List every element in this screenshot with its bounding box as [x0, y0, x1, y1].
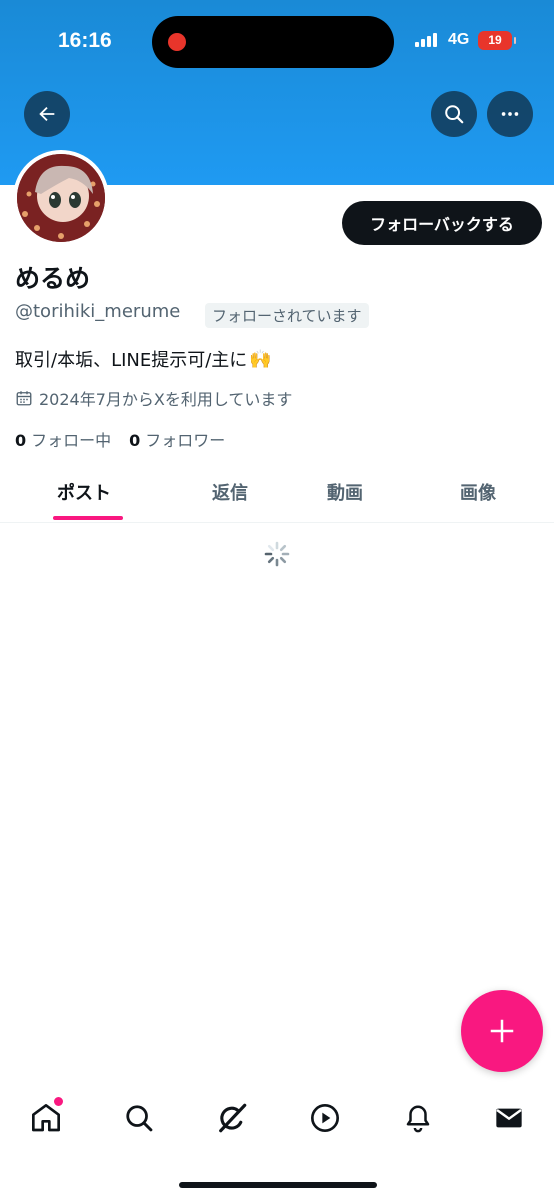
recording-dot-icon [168, 33, 186, 51]
bell-icon [406, 1105, 430, 1133]
arrow-left-icon [39, 106, 55, 122]
signal-icon [415, 33, 441, 47]
calendar-icon [16, 391, 32, 406]
compose-fab-button[interactable] [461, 990, 543, 1072]
notification-dot [52, 1095, 65, 1108]
tab-posts[interactable]: ポスト [57, 479, 111, 505]
nav-home[interactable] [28, 1095, 65, 1136]
profile-name: めるめ [15, 264, 91, 293]
avatar-image [17, 154, 105, 242]
followers-label: フォロワー [145, 431, 226, 450]
profile-tabs: ポスト 返信 動画 画像 [0, 466, 554, 523]
tab-replies[interactable]: 返信 [212, 479, 248, 505]
home-indicator [179, 1182, 377, 1188]
search-icon [445, 105, 464, 124]
search-button[interactable] [431, 91, 477, 137]
following-link[interactable]: 0 フォロー中 [15, 427, 111, 451]
back-button[interactable] [24, 91, 70, 137]
more-button[interactable] [487, 91, 533, 137]
plus-icon [490, 1019, 514, 1043]
following-count: 0 [15, 431, 27, 450]
grok-icon [219, 1103, 247, 1133]
network-type: 4G [448, 31, 470, 48]
following-label: フォロー中 [31, 431, 112, 450]
search-icon [126, 1105, 153, 1132]
joined-date: 2024年7月からXを利用しています [15, 386, 292, 410]
play-icon [311, 1104, 339, 1132]
nav-search[interactable] [121, 1100, 157, 1136]
raised-hands-emoji: 🙌 [249, 348, 272, 370]
loading-spinner-icon [264, 541, 290, 567]
nav-messages[interactable] [491, 1100, 527, 1136]
bio-text: 取引/本垢、LINE提示可/主に [15, 350, 248, 371]
battery-icon: 19 [478, 31, 516, 50]
more-icon [501, 112, 519, 116]
nav-notifications[interactable] [400, 1100, 436, 1136]
active-tab-indicator [53, 516, 123, 520]
tab-media[interactable]: 画像 [460, 479, 496, 505]
nav-grok[interactable] [214, 1100, 250, 1136]
followers-count: 0 [129, 431, 141, 450]
follow-back-button[interactable]: フォローバックする [342, 201, 542, 245]
status-time: 16:16 [58, 29, 112, 52]
avatar[interactable] [13, 150, 109, 246]
dynamic-island [152, 16, 394, 68]
followers-link[interactable]: 0 フォロワー [129, 427, 225, 451]
battery-level: 19 [488, 33, 502, 47]
profile-handle: @torihiki_merume [15, 301, 181, 322]
tab-videos[interactable]: 動画 [327, 479, 363, 505]
joined-text: 2024年7月からXを利用しています [39, 390, 293, 409]
profile-bio: 取引/本垢、LINE提示可/主に 🙌 [15, 346, 272, 372]
follow-stats: 0 フォロー中 0 フォロワー [15, 427, 225, 451]
nav-video[interactable] [307, 1100, 343, 1136]
follows-you-badge: フォローされています [205, 303, 369, 328]
mail-icon [496, 1108, 522, 1128]
